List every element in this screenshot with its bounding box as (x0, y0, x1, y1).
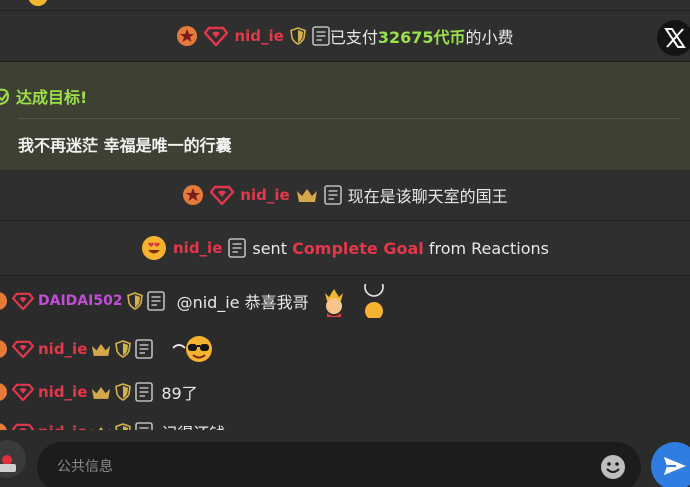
tip-suffix: 的小费 (465, 28, 514, 47)
tip-username[interactable]: nid_ie (234, 27, 283, 45)
goal-header: 达成目标! (0, 84, 87, 108)
reaction-before: sent (252, 238, 287, 258)
orange-badge-icon (0, 292, 8, 310)
shield-icon (115, 383, 132, 401)
tip-prefix: 已支付 (329, 28, 378, 47)
previous-message-strip (0, 0, 690, 10)
shield-icon (115, 340, 132, 358)
tip-notice: nid_ie 已支付32675代币的小费 (0, 10, 690, 62)
reaction-highlight: Complete Goal (292, 238, 424, 258)
crown-icon (91, 385, 111, 400)
goal-check-icon (0, 86, 10, 106)
king-username[interactable]: nid_ie (240, 186, 289, 204)
document-icon (323, 185, 342, 205)
chat-text: @nid_ie 恭喜我哥 (176, 293, 309, 312)
message-input[interactable] (57, 456, 577, 478)
orange-badge-icon (0, 383, 8, 401)
reaction-notice: nid_ie sent Complete Goal from Reactions (0, 221, 690, 276)
goal-message: 我不再迷茫 幸福是唯一的行囊 (18, 136, 232, 155)
send-button[interactable] (651, 442, 690, 487)
diamond-heart-icon (12, 383, 34, 401)
tip-text: 已支付32675代币的小费 (330, 24, 514, 48)
chat-username[interactable]: nid_ie (38, 340, 87, 358)
x-logo-button[interactable] (657, 20, 690, 56)
star-badge-icon (182, 184, 204, 206)
goal-achieved-panel: 达成目标! 我不再迷茫 幸福是唯一的行囊 (0, 62, 690, 170)
diamond-heart-icon (204, 26, 229, 46)
shield-icon (289, 27, 306, 45)
document-icon (312, 26, 330, 46)
avatar[interactable] (0, 440, 26, 478)
send-icon (664, 457, 686, 475)
document-icon (135, 339, 154, 359)
diamond-heart-icon (210, 185, 235, 205)
document-icon (146, 291, 165, 311)
king-notice: nid_ie 现在是该聊天室的国王 (0, 170, 690, 221)
smiley-icon[interactable] (600, 454, 626, 480)
goal-title: 达成目标! (16, 88, 88, 107)
emoji-icon (28, 0, 48, 8)
reaction-after: from Reactions (428, 238, 549, 258)
king-text: 现在是该聊天室的国王 (347, 187, 508, 206)
king-emoji-icon (319, 285, 349, 317)
chat-message: nid_ie (0, 327, 690, 371)
star-badge-icon (176, 25, 198, 47)
reaction-text: sent Complete Goal from Reactions (252, 239, 549, 258)
crown-icon (91, 342, 111, 357)
tip-amount: 32675代币 (377, 28, 466, 47)
chat-message: nid_ie 89了 (0, 370, 690, 414)
avatar-icon (0, 455, 16, 472)
message-input-wrapper (37, 442, 641, 487)
thumbs-emoji-icon (359, 284, 389, 318)
goal-divider (18, 118, 680, 119)
diamond-heart-icon (12, 292, 34, 310)
shield-icon (126, 292, 143, 310)
sunglasses-emoji-icon (171, 334, 215, 364)
orange-badge-icon (0, 340, 8, 358)
crown-icon (296, 187, 318, 203)
document-icon (228, 238, 247, 258)
chat-username[interactable]: nid_ie (38, 383, 87, 401)
diamond-heart-icon (12, 340, 34, 358)
chat-text: 89了 (161, 384, 198, 403)
document-icon (135, 382, 154, 402)
message-composer (0, 430, 690, 487)
x-logo-icon (664, 28, 686, 48)
chat-username[interactable]: DAIDAI502 (38, 293, 123, 309)
reaction-username[interactable]: nid_ie (173, 239, 222, 257)
heart-eyes-emoji-icon (141, 235, 167, 261)
chat-message: DAIDAI502 @nid_ie 恭喜我哥 (0, 279, 690, 323)
